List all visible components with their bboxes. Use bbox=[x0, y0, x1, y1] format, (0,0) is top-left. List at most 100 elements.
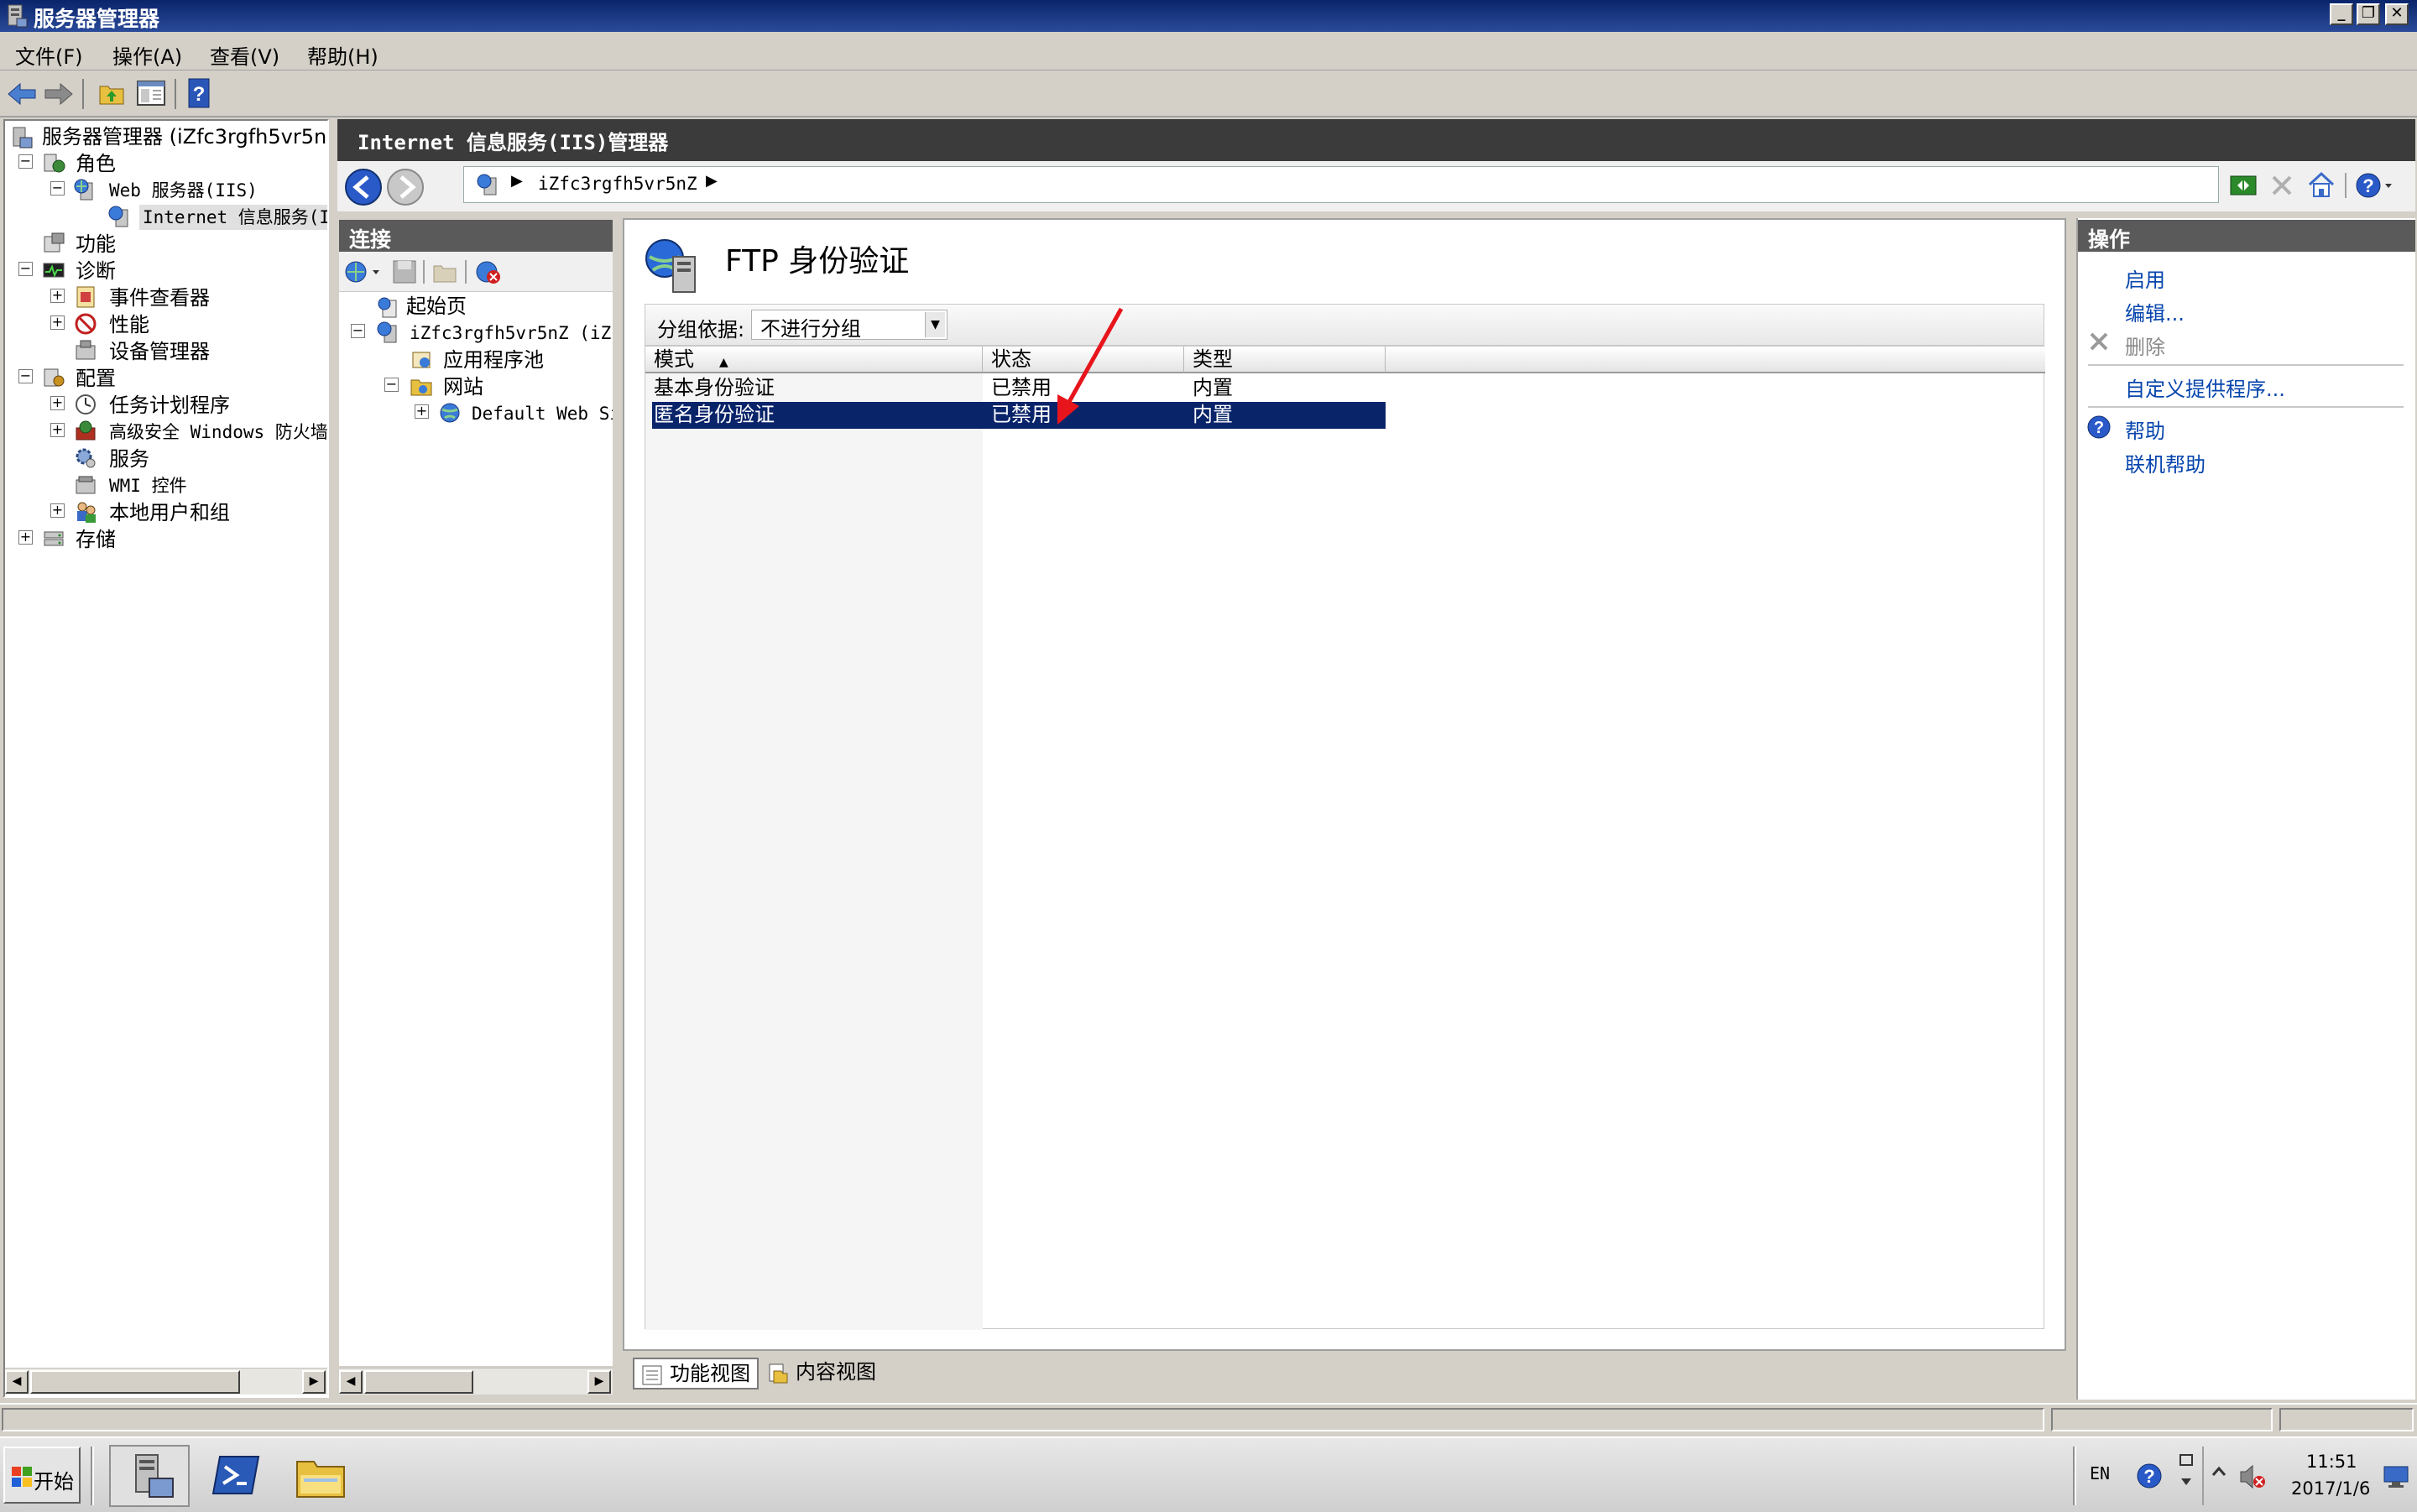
disconnect-icon[interactable] bbox=[473, 258, 504, 285]
expand-event-viewer-toggle[interactable]: + bbox=[50, 289, 65, 303]
taskbar-server-manager[interactable] bbox=[109, 1445, 190, 1507]
connections-header: 连接 bbox=[339, 220, 613, 252]
help-book-icon[interactable]: ? bbox=[186, 77, 211, 109]
show-hidden-icons-icon[interactable] bbox=[2211, 1463, 2227, 1485]
minimize-button[interactable]: _ bbox=[2330, 3, 2353, 25]
tree-item-diagnostics[interactable]: 诊断 bbox=[76, 258, 116, 284]
up-folder-icon[interactable] bbox=[97, 79, 126, 107]
tab-features-view[interactable]: 功能视图 bbox=[633, 1358, 759, 1389]
expand-server-toggle[interactable]: − bbox=[351, 324, 365, 338]
forward-arrow-icon[interactable] bbox=[44, 81, 74, 107]
refresh-icon[interactable] bbox=[2229, 171, 2258, 200]
conn-sites[interactable]: 网站 bbox=[443, 374, 483, 399]
table-row-anonymous-selected[interactable]: 匿名身份验证 已禁用 内置 bbox=[652, 402, 1386, 429]
home-icon[interactable] bbox=[2306, 169, 2336, 200]
scroll-right-button[interactable]: ▶ bbox=[302, 1370, 326, 1394]
action-delete[interactable]: 删除 bbox=[2125, 331, 2165, 360]
expand-default-site-toggle[interactable]: + bbox=[415, 404, 429, 419]
language-indicator[interactable]: EN bbox=[2090, 1463, 2110, 1483]
tree-item-web-server[interactable]: Web 服务器(IIS) bbox=[109, 178, 258, 203]
tree-item-features[interactable]: 功能 bbox=[76, 232, 116, 257]
action-enable[interactable]: 启用 bbox=[2125, 263, 2165, 293]
up-level-icon[interactable] bbox=[431, 258, 458, 285]
tree-item-task-scheduler[interactable]: 任务计划程序 bbox=[109, 393, 230, 418]
tree-item-wmi[interactable]: WMI 控件 bbox=[109, 473, 187, 498]
action-online-help[interactable]: 联机帮助 bbox=[2125, 448, 2206, 477]
conn-server[interactable]: iZfc3rgfh5vr5nZ (iZf bbox=[410, 321, 613, 346]
expand-local-users-toggle[interactable]: + bbox=[50, 503, 65, 518]
start-button[interactable]: 开始 bbox=[3, 1447, 81, 1504]
expand-sites-toggle[interactable]: − bbox=[384, 378, 399, 392]
svg-text:?: ? bbox=[2362, 175, 2373, 196]
group-by-value: 不进行分组 bbox=[760, 317, 861, 341]
action-custom-providers[interactable]: 自定义提供程序... bbox=[2125, 373, 2285, 402]
tree-item-iis-manager[interactable]: Internet 信息服务(I bbox=[139, 205, 327, 230]
show-desktop-icon[interactable] bbox=[2382, 1462, 2410, 1490]
clock-time[interactable]: 11:51 bbox=[2306, 1452, 2357, 1472]
address-bar[interactable]: ▶ iZfc3rgfh5vr5nZ ▶ bbox=[463, 166, 2219, 203]
conn-app-pools[interactable]: 应用程序池 bbox=[443, 347, 544, 373]
tree-item-performance[interactable]: 性能 bbox=[109, 312, 149, 337]
menu-help[interactable]: 帮助(H) bbox=[307, 40, 378, 70]
chevron-down-icon[interactable]: ▼ bbox=[925, 312, 945, 337]
show-hide-console-icon[interactable] bbox=[136, 79, 166, 107]
expand-storage-toggle[interactable]: + bbox=[18, 530, 33, 545]
tree-item-storage[interactable]: 存储 bbox=[76, 527, 116, 552]
scroll-thumb[interactable] bbox=[30, 1370, 240, 1394]
scroll-left-button[interactable]: ◀ bbox=[5, 1370, 29, 1394]
tree-item-local-users[interactable]: 本地用户和组 bbox=[109, 500, 230, 525]
close-button[interactable]: ✕ bbox=[2385, 3, 2409, 25]
help-dropdown-icon[interactable]: ? bbox=[2355, 171, 2394, 200]
column-header-mode[interactable]: 模式 ▲ bbox=[645, 347, 983, 373]
taskbar-powershell[interactable] bbox=[196, 1445, 277, 1507]
conn-scroll-right-button[interactable]: ▶ bbox=[587, 1370, 611, 1394]
menu-action[interactable]: 操作(A) bbox=[112, 40, 182, 70]
conn-default-site[interactable]: Default Web Si bbox=[472, 401, 613, 426]
tree-item-event-viewer[interactable]: 事件查看器 bbox=[109, 285, 210, 310]
iis-back-icon[interactable] bbox=[344, 168, 383, 206]
conn-start-page[interactable]: 起始页 bbox=[406, 294, 467, 319]
expand-firewall-toggle[interactable]: + bbox=[50, 423, 65, 437]
restore-button[interactable]: ❐ bbox=[2357, 3, 2380, 25]
tree-item-device-manager[interactable]: 设备管理器 bbox=[109, 339, 210, 364]
column-header-type[interactable]: 类型 bbox=[1184, 347, 1386, 373]
group-by-select[interactable]: 不进行分组 ▼ bbox=[751, 310, 947, 341]
expand-roles-toggle[interactable]: − bbox=[18, 154, 33, 169]
tree-root[interactable]: 服务器管理器 (iZfc3rgfh5vr5n bbox=[42, 124, 326, 149]
connections-scrollbar[interactable]: ◀ ▶ bbox=[339, 1368, 613, 1395]
connect-globe-icon[interactable] bbox=[344, 258, 383, 285]
menu-view[interactable]: 查看(V) bbox=[210, 40, 279, 70]
expand-task-scheduler-toggle[interactable]: + bbox=[50, 396, 65, 410]
breadcrumb-arrow-icon[interactable]: ▶ bbox=[706, 172, 718, 190]
clock-date[interactable]: 2017/1/6 bbox=[2291, 1478, 2370, 1499]
stop-icon[interactable] bbox=[2269, 171, 2294, 200]
expand-diagnostics-toggle[interactable]: − bbox=[18, 262, 33, 276]
table-row-basic[interactable]: 基本身份验证 已禁用 内置 bbox=[645, 375, 1386, 402]
back-arrow-icon[interactable] bbox=[7, 81, 37, 107]
feature-title: FTP 身份验证 bbox=[725, 244, 910, 279]
help-tray-icon[interactable]: ? bbox=[2135, 1462, 2164, 1490]
window-title: 服务器管理器 bbox=[34, 7, 160, 31]
tree-item-services[interactable]: 服务 bbox=[109, 446, 149, 472]
action-edit[interactable]: 编辑... bbox=[2125, 297, 2185, 326]
roles-icon bbox=[44, 154, 65, 173]
tab-content-view[interactable]: 内容视图 bbox=[760, 1358, 886, 1389]
action-help[interactable]: 帮助 bbox=[2125, 414, 2165, 444]
volume-muted-icon[interactable] bbox=[2237, 1462, 2268, 1492]
left-tree-scrollbar[interactable]: ◀ ▶ bbox=[5, 1368, 327, 1395]
tree-item-configuration[interactable]: 配置 bbox=[76, 366, 116, 391]
expand-configuration-toggle[interactable]: − bbox=[18, 369, 33, 383]
tree-item-firewall[interactable]: 高级安全 Windows 防火墙 bbox=[109, 420, 327, 445]
expand-performance-toggle[interactable]: + bbox=[50, 315, 65, 330]
taskbar-explorer[interactable] bbox=[280, 1445, 361, 1507]
conn-scroll-left-button[interactable]: ◀ bbox=[339, 1370, 363, 1394]
save-icon[interactable] bbox=[391, 258, 418, 285]
conn-scroll-thumb[interactable] bbox=[364, 1370, 473, 1394]
ime-options-icon[interactable] bbox=[2177, 1452, 2195, 1495]
features-view-icon bbox=[642, 1365, 662, 1385]
tree-item-roles[interactable]: 角色 bbox=[76, 151, 116, 176]
menu-file[interactable]: 文件(F) bbox=[15, 40, 83, 70]
address-server[interactable]: iZfc3rgfh5vr5nZ bbox=[538, 174, 697, 194]
expand-web-server-toggle[interactable]: − bbox=[50, 181, 65, 196]
iis-forward-icon[interactable] bbox=[386, 168, 425, 206]
